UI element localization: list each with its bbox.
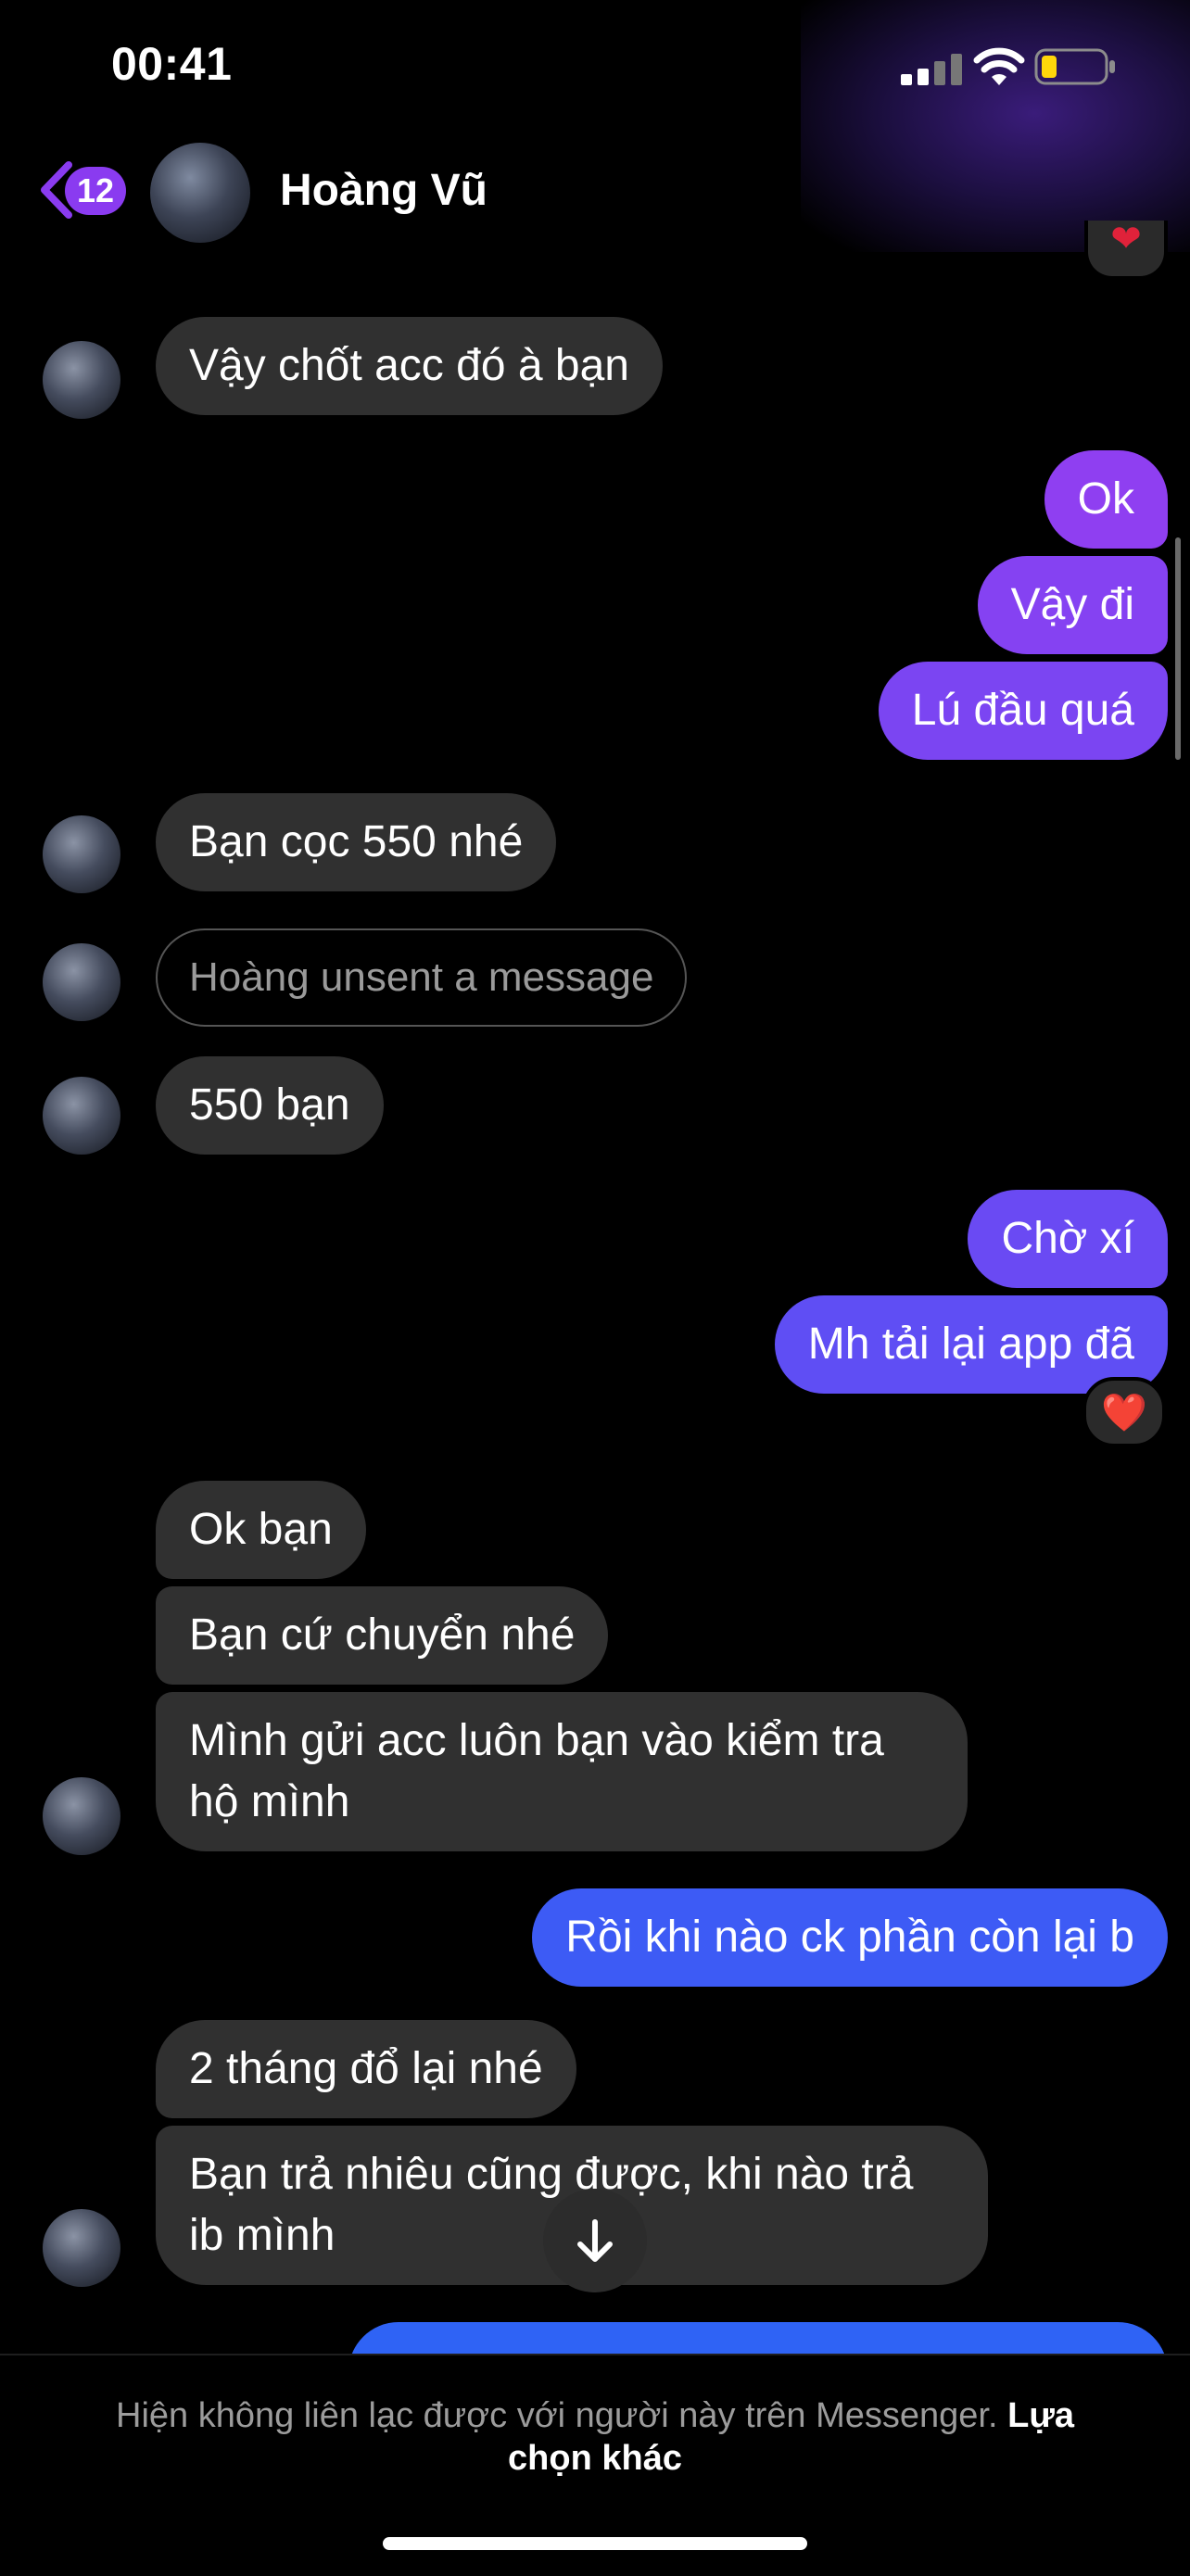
sender-avatar	[43, 2209, 120, 2287]
reaction-heart-partial: ❤	[1084, 219, 1168, 280]
message-incoming[interactable]: 550 bạn	[156, 1056, 384, 1155]
sender-avatar	[43, 341, 120, 419]
scrollbar[interactable]	[1175, 537, 1181, 760]
contact-avatar[interactable]	[150, 143, 250, 243]
reaction-heart[interactable]: ❤️	[1082, 1377, 1166, 1447]
sender-avatar	[43, 943, 120, 1021]
heart-icon: ❤️	[1101, 1392, 1147, 1433]
heart-icon: ❤	[1110, 219, 1142, 259]
contact-name[interactable]: Hoàng Vũ	[280, 165, 487, 216]
signal-icon	[901, 54, 962, 85]
message-outgoing[interactable]: Lú đầu quá	[878, 662, 1168, 760]
message-outgoing[interactable]: Vậy đi	[977, 556, 1168, 654]
arrow-down-icon	[577, 2219, 613, 2262]
message-line: Mình gửi acc luôn bạn vào kiểm tra	[189, 1716, 884, 1765]
sender-avatar	[43, 1077, 120, 1155]
other-options-link-part: chọn khác	[508, 2439, 682, 2478]
footer-notice-text: Hiện không liên lạc được với người này t…	[116, 2396, 998, 2435]
message-outgoing[interactable]: Ok	[1044, 450, 1168, 549]
message-incoming-multiline[interactable]: Mình gửi acc luôn bạn vào kiểm tra hộ mì…	[156, 1692, 968, 1851]
status-time: 00:41	[111, 38, 233, 90]
unsent-message-notice: Hoàng unsent a message	[156, 928, 688, 1027]
message-incoming[interactable]: Vậy chốt acc đó à bạn	[156, 317, 663, 415]
sender-avatar	[43, 1777, 120, 1855]
header-glow	[801, 0, 1190, 252]
message-line: hộ mình	[189, 1777, 350, 1826]
home-indicator[interactable]	[383, 2537, 807, 2550]
message-incoming[interactable]: Bạn cứ chuyển nhé	[156, 1586, 609, 1685]
message-incoming[interactable]: Bạn cọc 550 nhé	[156, 793, 557, 891]
unread-badge[interactable]: 12	[65, 167, 126, 215]
footer-notice: Hiện không liên lạc được với người này t…	[56, 2394, 1134, 2480]
message-outgoing[interactable]: Chờ xí	[968, 1190, 1168, 1288]
other-options-link-part: Lựa	[1007, 2396, 1074, 2435]
sender-avatar	[43, 815, 120, 893]
scroll-down-button[interactable]	[543, 2189, 647, 2292]
battery-icon	[1034, 48, 1115, 85]
message-incoming[interactable]: 2 tháng đổ lại nhé	[156, 2020, 576, 2118]
message-outgoing[interactable]: Rồi khi nào ck phần còn lại b	[532, 1888, 1168, 1987]
message-incoming[interactable]: Ok bạn	[156, 1481, 366, 1579]
wifi-icon	[973, 47, 1025, 85]
